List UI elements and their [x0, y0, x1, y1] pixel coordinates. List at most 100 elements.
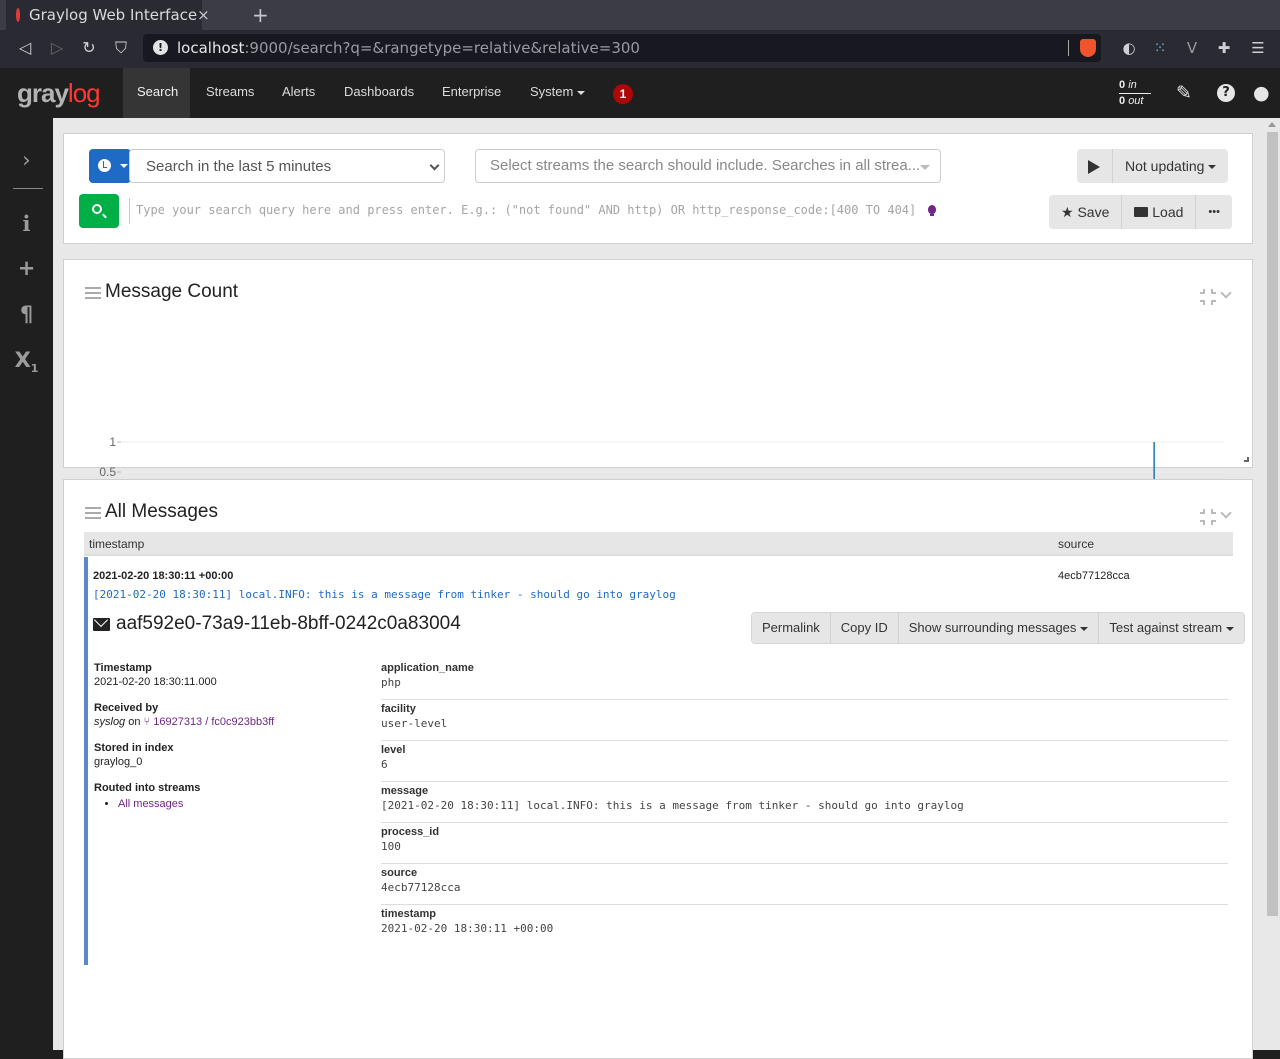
drag-handle-icon[interactable]: [85, 507, 101, 519]
refresh-interval-dropdown[interactable]: Not updating: [1113, 149, 1229, 183]
field-row[interactable]: process_id 100: [381, 823, 1228, 864]
nav-streams-label: Streams: [206, 84, 255, 99]
show-surrounding-label: Show surrounding messages: [908, 620, 1077, 635]
url-text[interactable]: localhost:9000/search?q=&rangetype=relat…: [177, 39, 640, 57]
load-button[interactable]: Load: [1122, 195, 1197, 229]
meta-stored-index: Stored in index graylog_0: [94, 742, 173, 768]
test-against-stream-label: Test against stream: [1109, 620, 1223, 635]
nav-enterprise[interactable]: Enterprise: [428, 68, 515, 118]
drag-handle-icon[interactable]: [85, 287, 101, 299]
column-header-source[interactable]: source: [1058, 537, 1094, 551]
help-icon[interactable]: ?: [1217, 84, 1235, 102]
field-row[interactable]: message [2021-02-20 18:30:11] local.INFO:…: [381, 782, 1228, 823]
chevron-down-icon[interactable]: [1220, 287, 1232, 299]
refresh-controls: Not updating: [1077, 149, 1229, 183]
lightbulb-icon[interactable]: [928, 205, 936, 216]
address-bar[interactable]: ! localhost:9000/search?q=&rangetype=rel…: [143, 34, 1101, 62]
sidebar-divider: [13, 188, 43, 189]
message-actions: Permalink Copy ID Show surrounding messa…: [751, 612, 1246, 644]
permalink-button[interactable]: Permalink: [752, 613, 831, 643]
throughput-indicator[interactable]: 0 in 0 out: [1119, 78, 1151, 108]
nav-search[interactable]: Search: [123, 68, 190, 118]
field-row[interactable]: level 6: [381, 741, 1228, 782]
brave-shields-icon[interactable]: [1080, 39, 1096, 57]
stream-list-item: All messages: [118, 798, 200, 810]
reload-icon[interactable]: ↻: [79, 38, 99, 57]
field-value: php: [381, 676, 401, 689]
notification-badge[interactable]: 1: [613, 84, 633, 104]
nav-dashboards-label: Dashboards: [344, 84, 415, 99]
play-button[interactable]: [1077, 149, 1113, 183]
caret-down-icon: [920, 165, 930, 170]
test-against-stream-button[interactable]: Test against stream: [1099, 613, 1245, 643]
caret-down-icon: [1080, 626, 1089, 631]
nav-alerts[interactable]: Alerts: [268, 68, 329, 118]
play-icon: [1088, 160, 1100, 175]
scrollbar-thumb[interactable]: [1267, 132, 1278, 916]
nav-dashboards[interactable]: Dashboards: [330, 68, 428, 118]
user-icon[interactable]: ●: [1253, 82, 1270, 104]
y-tick-label: 0.5: [99, 465, 116, 479]
message-summary[interactable]: [2021-02-20 18:30:11] local.INFO: this i…: [93, 588, 676, 601]
message-source[interactable]: 4ecb77128cca: [1058, 570, 1130, 582]
nav-alerts-label: Alerts: [282, 84, 316, 99]
resize-handle-icon[interactable]: [1244, 457, 1249, 462]
plus-icon[interactable]: +: [0, 256, 53, 280]
nav-streams[interactable]: Streams: [192, 68, 268, 118]
edit-icon[interactable]: ✎: [1176, 82, 1192, 104]
search-button[interactable]: [79, 194, 119, 228]
caret-down-icon: [1226, 626, 1235, 631]
meta-timestamp-label: Timestamp: [94, 662, 152, 674]
menu-icon[interactable]: ☰: [1248, 39, 1268, 57]
time-range-value: Search in the last 5 minutes: [146, 158, 332, 175]
streams-select[interactable]: Select streams the search should include…: [475, 149, 941, 183]
time-range-type-button[interactable]: [89, 149, 131, 183]
site-info-icon[interactable]: !: [153, 40, 168, 55]
page-scrollbar[interactable]: [1265, 118, 1280, 1050]
field-name: process_id: [381, 826, 440, 838]
search-icon: [92, 204, 102, 214]
field-row[interactable]: facility user-level: [381, 700, 1228, 741]
field-row[interactable]: application_name php: [381, 659, 1228, 700]
stream-link[interactable]: All messages: [118, 798, 183, 810]
browser-tab[interactable]: Graylog Web Interface ×: [6, 0, 210, 30]
column-header-timestamp[interactable]: timestamp: [89, 537, 144, 551]
scroll-up-arrow-icon[interactable]: [1268, 122, 1276, 127]
password-manager-icon[interactable]: ◐: [1119, 39, 1139, 57]
paragraph-icon[interactable]: ¶: [0, 302, 53, 326]
received-node-link[interactable]: 16927313 / fc0c923bb3ff: [153, 716, 274, 728]
back-icon[interactable]: ◁: [15, 38, 35, 57]
time-range-select[interactable]: Search in the last 5 minutes: [129, 149, 445, 183]
throughput-in-label: in: [1128, 79, 1137, 91]
meta-index-value: graylog_0: [94, 756, 143, 768]
subscript-icon[interactable]: X1: [0, 348, 53, 375]
meta-timestamp: Timestamp 2021-02-20 18:30:11.000: [94, 662, 217, 688]
more-actions-button[interactable]: •••: [1196, 195, 1232, 229]
show-surrounding-button[interactable]: Show surrounding messages: [898, 613, 1100, 643]
forward-icon[interactable]: ▷: [47, 38, 67, 57]
vue-devtools-icon[interactable]: V: [1182, 39, 1202, 57]
chevron-down-icon[interactable]: [1220, 507, 1232, 519]
throughput-out-value: 0: [1119, 95, 1126, 107]
message-timestamp[interactable]: 2021-02-20 18:30:11 +00:00: [93, 570, 233, 582]
field-name: facility: [381, 703, 416, 715]
compress-icon[interactable]: [1200, 509, 1216, 525]
extensions-puzzle-icon[interactable]: ✚: [1214, 39, 1234, 57]
search-query-input[interactable]: Type your search query here and press en…: [129, 198, 929, 224]
info-icon[interactable]: i: [0, 211, 53, 236]
chevron-right-icon[interactable]: ›: [0, 148, 53, 172]
field-row[interactable]: timestamp 2021-02-20 18:30:11 +00:00: [381, 905, 1228, 946]
compress-icon[interactable]: [1200, 289, 1216, 305]
nav-system[interactable]: System: [516, 68, 599, 118]
url-host: localhost: [177, 39, 245, 57]
save-button[interactable]: ★ Save: [1049, 195, 1123, 229]
field-row[interactable]: source 4ecb77128cca: [381, 864, 1228, 905]
envelope-icon: [93, 617, 110, 631]
close-tab-icon[interactable]: ×: [197, 6, 210, 24]
bookmark-icon[interactable]: ⛉: [111, 38, 131, 58]
new-tab-icon[interactable]: +: [252, 3, 269, 27]
caret-down-icon: [577, 90, 586, 95]
copy-id-button[interactable]: Copy ID: [830, 613, 899, 643]
graylog-logo[interactable]: graylog: [17, 78, 101, 109]
extension-dots-icon[interactable]: ⁙: [1150, 39, 1170, 57]
